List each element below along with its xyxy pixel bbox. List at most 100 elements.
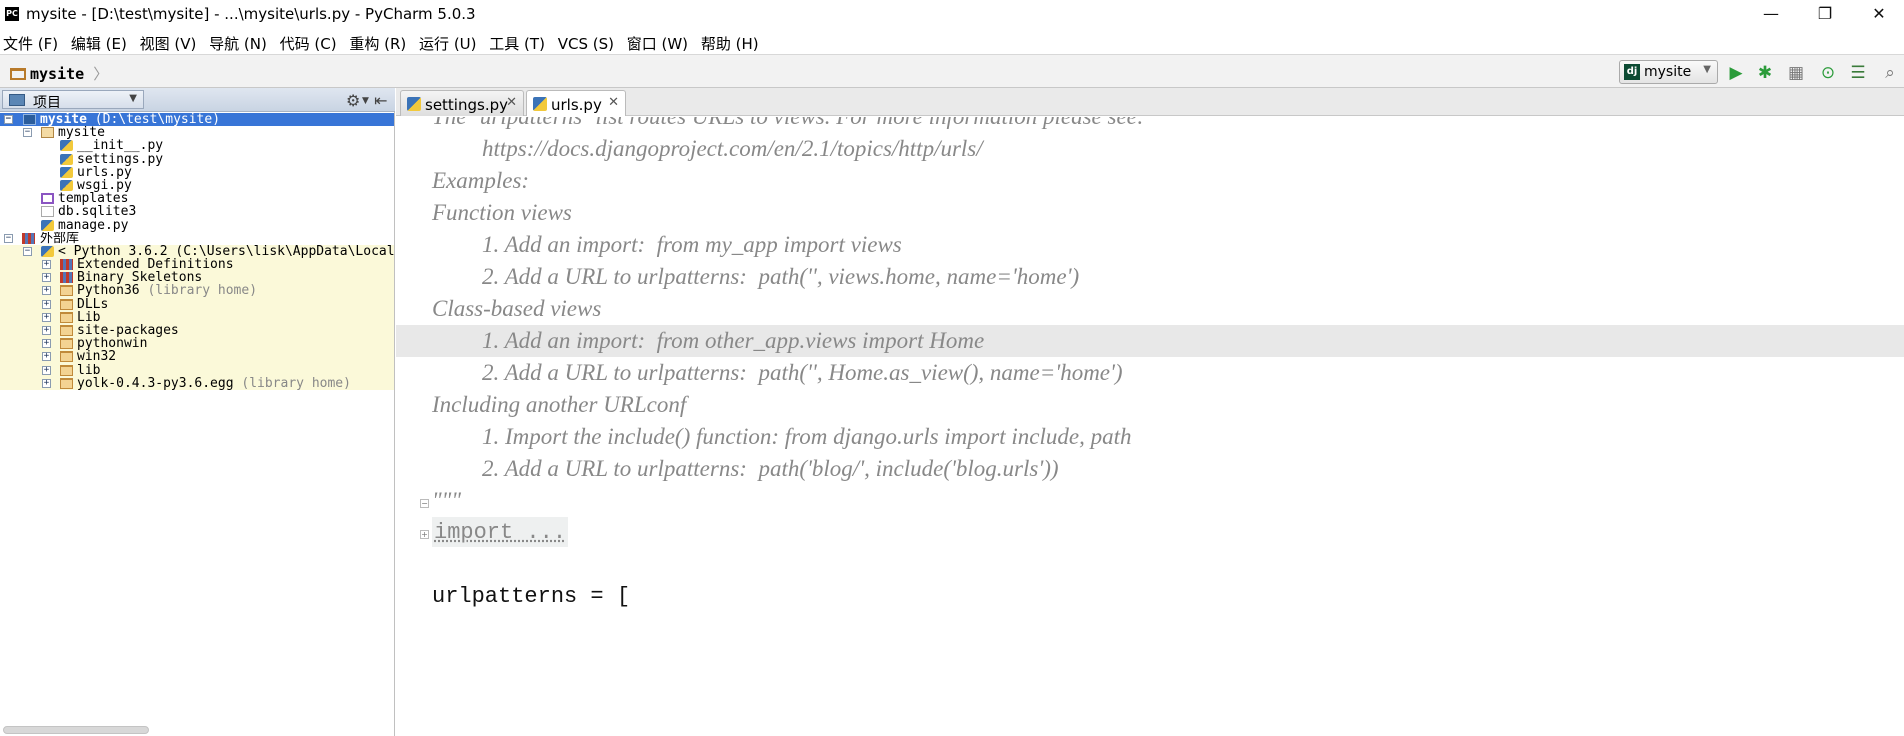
menu-help[interactable]: 帮助 (H) [697, 30, 763, 54]
project-tool-window: 项目 ▼ ⚙ ▼ ⇤ − mysite (D:\test\mysite) − m… [0, 88, 395, 736]
tree-row[interactable]: + Python36 (library home) [0, 284, 394, 298]
minimize-button[interactable]: — [1744, 0, 1798, 30]
expand-node-icon[interactable]: + [42, 286, 51, 296]
horizontal-scrollbar[interactable] [3, 726, 149, 734]
code-line-text: urlpatterns = [ [432, 584, 631, 609]
fold-marker-icon[interactable]: − [420, 499, 429, 508]
tree-row[interactable]: + yolk-0.4.3-py3.6.egg (library home) [0, 376, 394, 390]
search-icon[interactable]: ⌕ [1880, 63, 1900, 83]
project-view-select[interactable]: 项目 ▼ [2, 90, 144, 111]
collapse-icon[interactable]: ⇤ [374, 91, 387, 110]
expand-node-icon[interactable]: + [42, 352, 51, 362]
chevron-down-icon: ▼ [1703, 64, 1711, 75]
tree-row[interactable]: − mysite [0, 126, 394, 139]
chevron-down-icon[interactable]: ▼ [362, 96, 369, 106]
folded-imports[interactable]: import ... [432, 517, 569, 547]
run-tasks-icon[interactable]: ☰ [1848, 63, 1868, 83]
collapse-node-icon[interactable]: − [4, 233, 13, 243]
window-title: mysite - [D:\test\mysite] - ...\mysite\u… [26, 5, 476, 23]
project-icon [9, 94, 25, 106]
tree-row[interactable]: + site-packages [0, 324, 394, 338]
menu-window[interactable]: 窗口 (W) [623, 30, 692, 54]
menu-edit[interactable]: 编辑 (E) [67, 30, 131, 54]
tree-row[interactable]: + win32 [0, 350, 394, 364]
profile-icon[interactable]: ⊙ [1818, 63, 1838, 83]
close-tab-icon[interactable]: ✕ [506, 95, 517, 110]
code-line: 2. Add a URL to urlpatterns: path('', vi… [396, 261, 1904, 293]
tree-item-label: urls.py [77, 165, 132, 179]
tree-row[interactable]: − < Python 3.6.2 (C:\Users\lisk\AppData\… [0, 244, 394, 259]
collapse-node-icon[interactable]: − [23, 128, 32, 138]
collapse-node-icon[interactable]: − [4, 115, 13, 124]
tree-row[interactable]: − mysite (D:\test\mysite) [0, 113, 394, 127]
tree-item-label: settings.py [77, 152, 164, 166]
tree-row[interactable]: settings.py [0, 153, 394, 166]
expand-node-icon[interactable]: + [42, 312, 51, 322]
menu-vcs[interactable]: VCS (S) [554, 32, 618, 53]
project-tree: − mysite (D:\test\mysite) − mysite __ini… [0, 113, 394, 390]
tree-row[interactable]: db.sqlite3 [0, 205, 394, 218]
tree-row[interactable]: templates [0, 192, 394, 205]
code-line: Including another URLconf [396, 389, 1904, 421]
tree-row[interactable]: + lib [0, 363, 394, 377]
tree-row[interactable]: + pythonwin [0, 337, 394, 351]
expand-node-icon[interactable]: + [42, 326, 51, 335]
code-line: """ [396, 485, 1904, 517]
menu-navigate[interactable]: 导航 (N) [205, 30, 271, 54]
tree-row[interactable]: urls.py [0, 166, 394, 179]
python-file-icon [407, 97, 421, 111]
restore-button[interactable]: ❐ [1798, 0, 1852, 30]
tree-row[interactable]: __init__.py [0, 139, 394, 152]
menu-code[interactable]: 代码 (C) [276, 30, 341, 54]
run-configuration-label: mysite [1644, 64, 1692, 80]
expand-node-icon[interactable]: + [42, 273, 51, 283]
breadcrumb-label: mysite [30, 65, 85, 83]
menu-run[interactable]: 运行 (U) [415, 30, 480, 54]
expand-node-icon[interactable]: + [42, 378, 51, 388]
tree-row[interactable]: manage.py [0, 219, 394, 232]
templates-folder-icon [41, 193, 54, 205]
tree-item-label: Python36 [77, 284, 140, 298]
tree-item-label: db.sqlite3 [58, 205, 137, 219]
tab-settings-py[interactable]: settings.py ✕ [400, 90, 524, 116]
python-file-icon [60, 179, 73, 191]
code-line-text: Including another URLconf [432, 392, 687, 417]
tab-urls-py[interactable]: urls.py ✕ [526, 90, 626, 116]
tree-row[interactable]: + Binary Skeletons [0, 271, 394, 285]
tree-item-label: 外部库 [40, 231, 80, 245]
gear-icon[interactable]: ⚙ [346, 91, 360, 110]
code-line: 2. Add a URL to urlpatterns: path('blog/… [396, 453, 1904, 485]
fold-expand-icon[interactable]: + [420, 530, 429, 539]
code-line-text: The `urlpatterns` list routes URLs to vi… [432, 117, 1145, 133]
code-line-text: 1. Add an import: from my_app import vie… [482, 232, 902, 257]
expand-node-icon[interactable]: + [42, 299, 51, 309]
tree-row[interactable]: − 外部库 [0, 232, 394, 245]
project-view-label: 项目 [33, 95, 61, 111]
code-line: 1. Import the include() function: from d… [396, 421, 1904, 453]
tree-row[interactable]: + DLLs [0, 297, 394, 311]
project-panel-header: 项目 ▼ ⚙ ▼ ⇤ [0, 88, 395, 112]
tree-row[interactable]: + Lib [0, 310, 394, 324]
menu-refactor[interactable]: 重构 (R) [345, 30, 410, 54]
expand-node-icon[interactable]: + [42, 260, 51, 270]
expand-node-icon[interactable]: + [42, 365, 51, 375]
code-editor[interactable]: The `urlpatterns` list routes URLs to vi… [396, 117, 1904, 736]
code-line: Function views [396, 197, 1904, 229]
tree-row[interactable]: wsgi.py [0, 179, 394, 192]
expand-node-icon[interactable]: + [42, 339, 51, 349]
run-configuration-select[interactable]: dj mysite ▼ [1619, 60, 1718, 84]
run-icon[interactable]: ▶ [1726, 63, 1746, 83]
menu-file[interactable]: 文件 (F) [0, 30, 62, 54]
code-line: The `urlpatterns` list routes URLs to vi… [396, 117, 1904, 133]
code-line-text: 1. Import the include() function: from d… [482, 424, 1132, 449]
menu-tools[interactable]: 工具 (T) [485, 30, 549, 54]
coverage-icon[interactable]: ▦ [1786, 63, 1806, 83]
tree-row[interactable]: + Extended Definitions [0, 258, 394, 272]
menu-view[interactable]: 视图 (V) [136, 30, 201, 54]
tree-item-label: Extended Definitions [77, 258, 234, 272]
close-tab-icon[interactable]: ✕ [608, 95, 619, 110]
collapse-node-icon[interactable]: − [23, 246, 32, 256]
debug-icon[interactable]: ✱ [1755, 63, 1775, 83]
breadcrumb[interactable]: mysite 〉 [10, 63, 108, 84]
close-button[interactable]: ✕ [1852, 0, 1904, 30]
